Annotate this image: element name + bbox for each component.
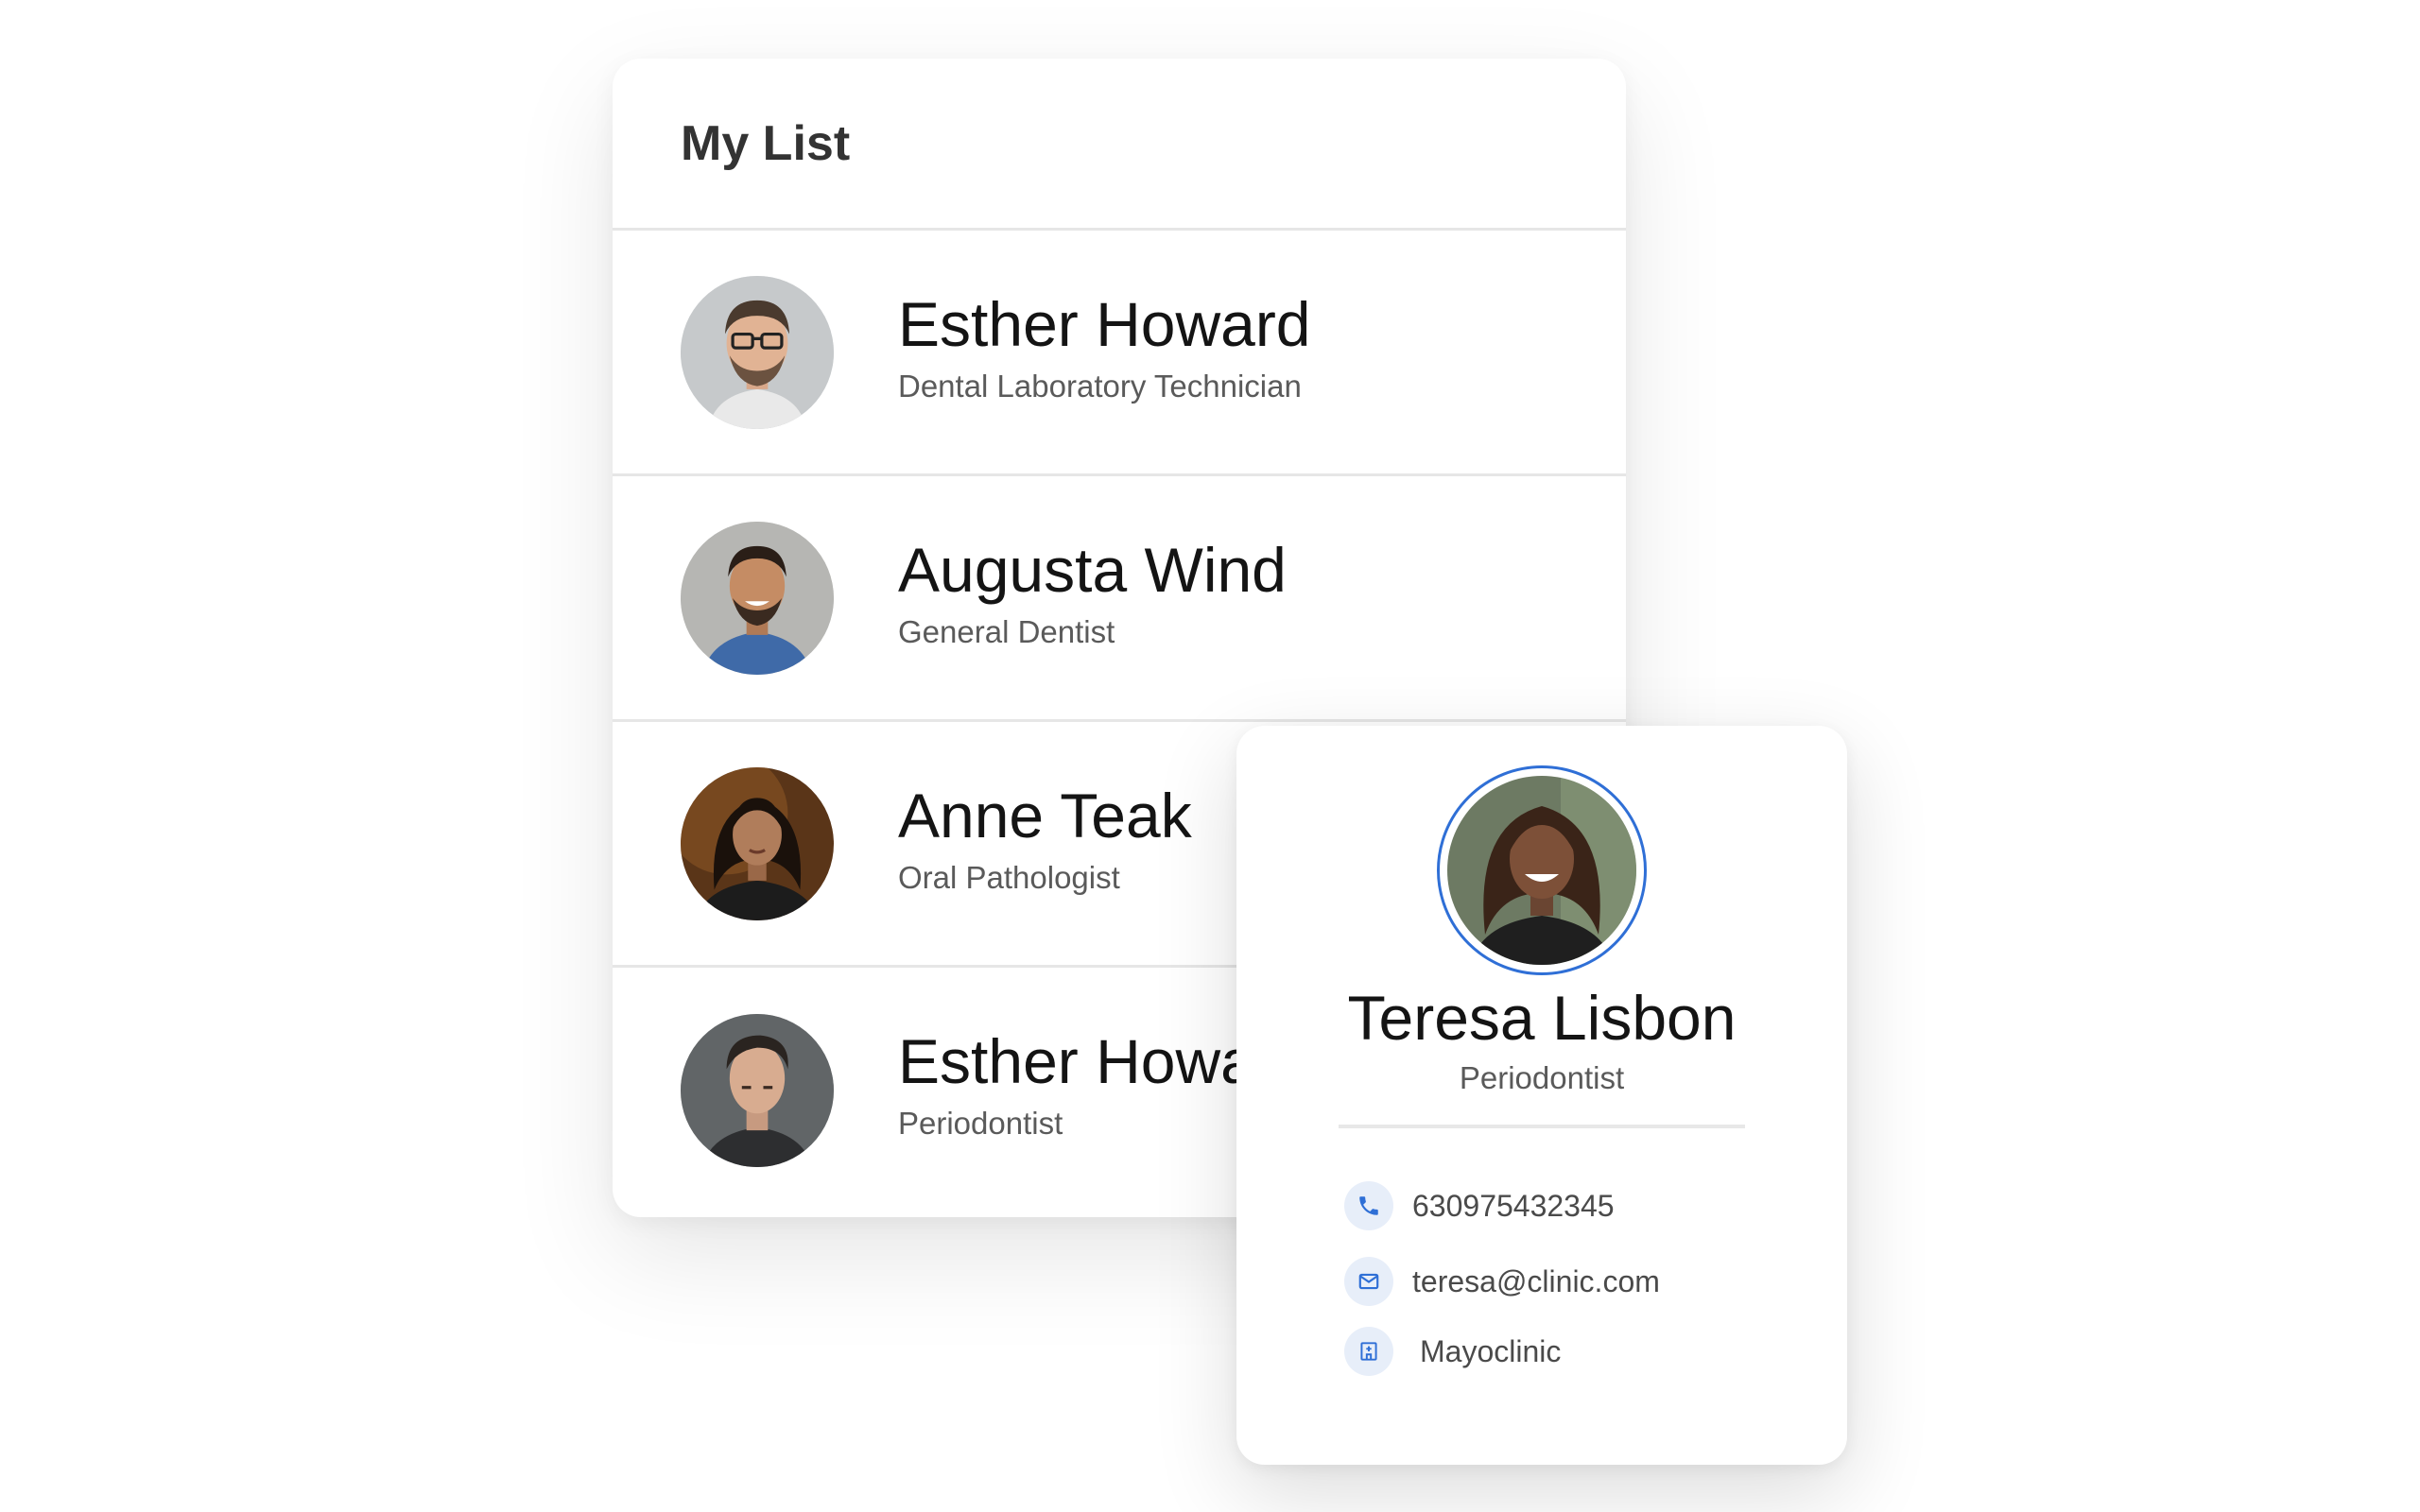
profile-role: Periodontist xyxy=(1459,1060,1625,1095)
profile-card: Teresa Lisbon Periodontist 630975432345 … xyxy=(1236,726,1847,1465)
phone-icon xyxy=(1344,1181,1393,1230)
avatar xyxy=(681,1014,834,1167)
profile-avatar-ring xyxy=(1437,765,1647,975)
mail-icon xyxy=(1344,1257,1393,1306)
contact-name: Augusta Wind xyxy=(898,535,1287,605)
profile-avatar xyxy=(1447,776,1636,965)
clinic-row[interactable]: Mayoclinic xyxy=(1344,1327,1561,1376)
avatar xyxy=(681,521,834,675)
clinic-name: Mayoclinic xyxy=(1420,1333,1562,1368)
contact-name: Anne Teak xyxy=(898,781,1192,850)
avatar xyxy=(681,275,834,429)
profile-name: Teresa Lisbon xyxy=(1347,983,1737,1053)
profile-divider xyxy=(1339,1125,1745,1128)
list-item[interactable]: Esther Howard Dental Laboratory Technici… xyxy=(613,231,1626,476)
email-address: teresa@clinic.com xyxy=(1412,1263,1660,1298)
email-row[interactable]: teresa@clinic.com xyxy=(1344,1257,1660,1306)
contact-role: General Dentist xyxy=(898,614,1115,649)
contact-role: Oral Pathologist xyxy=(898,860,1120,895)
building-icon xyxy=(1344,1327,1393,1376)
avatar xyxy=(681,766,834,920)
contact-role: Dental Laboratory Technician xyxy=(898,369,1302,404)
list-header: My List xyxy=(613,59,1626,231)
stage: My List Esther Howard Dental Laboratory … xyxy=(0,0,2420,1512)
contact-role: Periodontist xyxy=(898,1106,1063,1141)
list-title: My List xyxy=(681,115,851,171)
phone-number: 630975432345 xyxy=(1412,1188,1615,1223)
list-item[interactable]: Augusta Wind General Dentist xyxy=(613,476,1626,722)
contact-name: Esther Howard xyxy=(898,289,1311,359)
phone-row[interactable]: 630975432345 xyxy=(1344,1181,1615,1230)
